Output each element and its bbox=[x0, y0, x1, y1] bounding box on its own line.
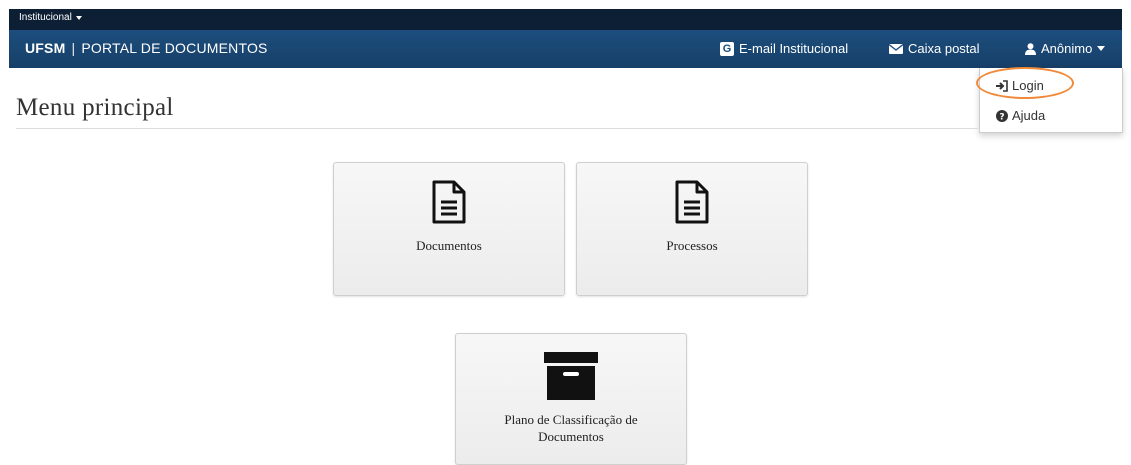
caret-down-icon bbox=[75, 15, 82, 20]
page-title: Menu principal bbox=[16, 94, 174, 121]
brand[interactable]: UFSM | PORTAL DE DOCUMENTOS bbox=[25, 40, 268, 56]
tile-processos[interactable]: Processos bbox=[576, 162, 808, 296]
menu-item-login[interactable]: Login bbox=[996, 78, 1044, 93]
email-institutional-label: E-mail Institucional bbox=[739, 41, 849, 56]
main-navbar: UFSM | PORTAL DE DOCUMENTOS G E-mail Ins… bbox=[9, 30, 1122, 68]
envelope-icon bbox=[889, 43, 903, 54]
user-menu-toggle[interactable]: Anônimo bbox=[1025, 41, 1106, 56]
institutional-dropdown[interactable]: Institucional bbox=[19, 12, 82, 23]
email-institutional-link[interactable]: G E-mail Institucional bbox=[720, 41, 848, 56]
brand-strong: UFSM bbox=[25, 40, 66, 56]
institutional-topbar: Institucional bbox=[9, 9, 1122, 30]
sign-in-icon bbox=[996, 79, 1008, 92]
user-label: Anônimo bbox=[1041, 41, 1093, 56]
user-icon bbox=[1025, 42, 1036, 55]
tile-documentos[interactable]: Documentos bbox=[333, 162, 565, 296]
document-icon bbox=[432, 180, 466, 224]
question-circle-icon: ? bbox=[996, 109, 1008, 122]
brand-text: PORTAL DE DOCUMENTOS bbox=[81, 40, 268, 56]
menu-item-help[interactable]: ? Ajuda bbox=[996, 108, 1045, 123]
mailbox-link[interactable]: Caixa postal bbox=[889, 41, 980, 56]
google-icon: G bbox=[720, 41, 734, 56]
document-icon bbox=[675, 180, 709, 224]
tile-label: Processos bbox=[666, 238, 718, 253]
title-divider bbox=[16, 128, 978, 129]
chevron-down-icon bbox=[1097, 46, 1106, 51]
archive-box-icon bbox=[544, 352, 598, 400]
menu-item-label: Login bbox=[1012, 78, 1044, 93]
tile-plano-classificacao[interactable]: Plano de Classificação de Documentos bbox=[455, 333, 687, 465]
menu-item-label: Ajuda bbox=[1012, 108, 1046, 123]
svg-text:?: ? bbox=[999, 112, 1004, 122]
institutional-label: Institucional bbox=[19, 12, 72, 23]
mailbox-label: Caixa postal bbox=[908, 41, 980, 56]
brand-separator: | bbox=[71, 40, 76, 56]
tile-label: Plano de Classificação de Documentos bbox=[504, 412, 638, 444]
tile-label: Documentos bbox=[416, 238, 482, 253]
user-dropdown-menu: Login ? Ajuda bbox=[979, 68, 1123, 133]
